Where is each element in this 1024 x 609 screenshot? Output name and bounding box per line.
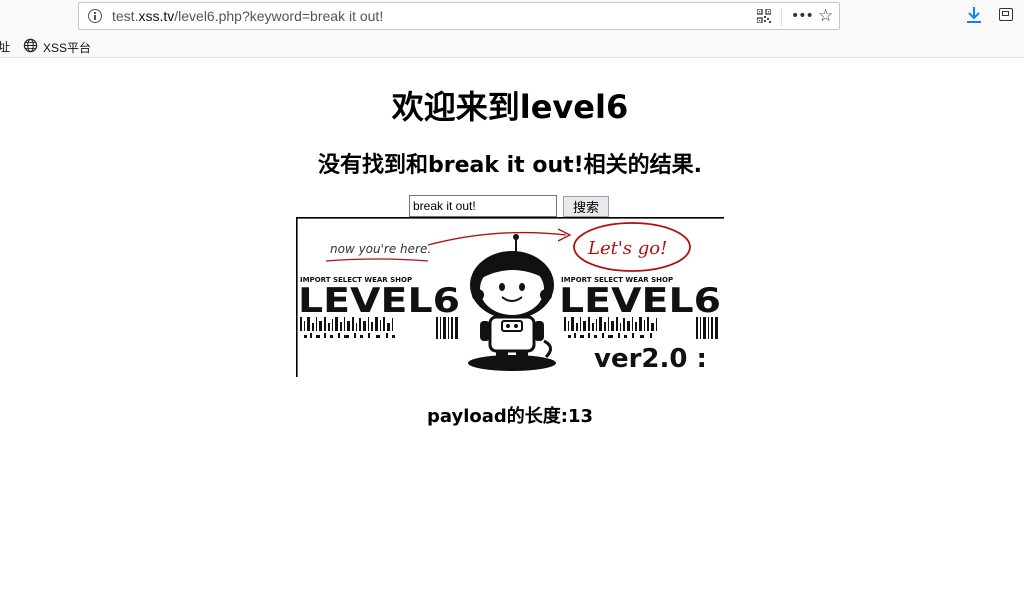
reader-view-icon[interactable] [999, 8, 1013, 21]
bookmark-partial-label[interactable]: 址 [0, 38, 10, 55]
url-text[interactable]: test.xss.tv/level6.php?keyword=break it … [112, 8, 383, 24]
note-now-youre-here: now you're here. [330, 242, 431, 256]
payload-length-label: payload的长度:13 [426, 406, 594, 427]
qr-code-icon[interactable] [757, 9, 771, 23]
browser-toolbar: test.xss.tv/level6.php?keyword=break it … [0, 0, 1024, 34]
more-actions-icon[interactable]: ••• [791, 9, 814, 23]
search-button[interactable]: 搜索 [563, 196, 609, 217]
bookmark-xss-platform[interactable]: XSS平台 [43, 39, 91, 56]
search-result-message: 没有找到和break it out!相关的结果. [317, 153, 703, 178]
url-bar[interactable]: test.xss.tv/level6.php?keyword=break it … [78, 2, 840, 30]
note-lets-go: Let's go! [587, 238, 667, 259]
url-prefix: test. [112, 8, 139, 24]
bookmark-star-icon[interactable]: ☆ [818, 7, 833, 25]
version-text: ver2.0 : [594, 344, 707, 374]
url-domain: xss.tv [138, 8, 175, 24]
url-separator [781, 8, 782, 26]
globe-icon[interactable] [23, 38, 38, 53]
page-title: 欢迎来到level6 [391, 88, 629, 126]
search-input[interactable] [409, 195, 557, 217]
download-icon[interactable] [966, 6, 982, 24]
level-banner-image: now you're here. Let's go! IMPORT SELECT… [296, 217, 724, 377]
level-text-left: LEVEL6 [298, 281, 460, 321]
url-path: /level6.php?keyword=break it out! [174, 8, 384, 24]
level-text-right: LEVEL6 [559, 281, 721, 321]
page-content: 欢迎来到level6 没有找到和break it out!相关的结果. 搜索 n… [0, 58, 1024, 609]
bookmarks-bar: 址 XSS平台 [0, 34, 1024, 58]
info-icon[interactable] [88, 9, 102, 23]
